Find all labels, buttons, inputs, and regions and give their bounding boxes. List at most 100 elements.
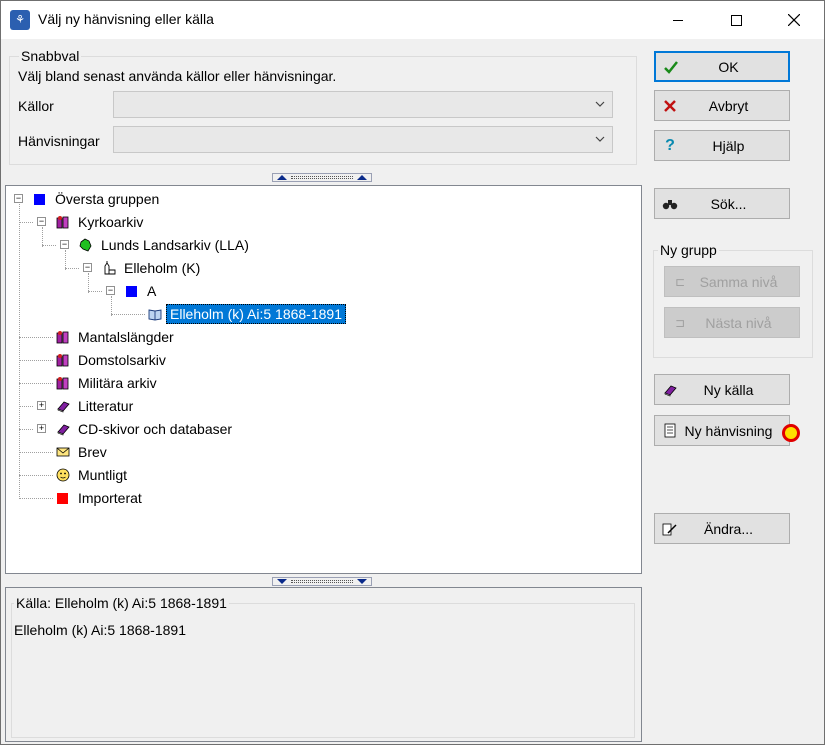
envelope-icon [56,447,70,457]
tree-item-a[interactable]: A [125,281,156,301]
book-icon [664,385,677,396]
tree-item-cd-skivor[interactable]: CD-skivor och databaser [56,419,232,439]
books-icon [56,354,69,367]
tree-item-label: Litteratur [78,398,134,414]
kallor-select[interactable] [113,91,613,118]
books-icon [56,331,69,344]
dialog-window: ⚘ Välj ny hänvisning eller källa Snabbva… [0,0,825,745]
chevron-down-icon [595,136,605,142]
help-label: Hjälp [712,137,745,154]
tree-line [88,291,102,292]
question-icon: ? [665,136,675,154]
tree-item-muntligt[interactable]: Muntligt [56,465,127,485]
tree-item-domstolsarkiv[interactable]: Domstolsarkiv [56,350,166,370]
tree-line [19,429,33,430]
tree-item-militara-arkiv[interactable]: Militära arkiv [56,373,157,393]
same-level-icon: ⊏ [674,274,686,289]
checkmark-icon [664,60,678,74]
source-info-panel: Källa: Elleholm (k) Ai:5 1868-1891 Elleh… [5,587,642,742]
tree-expand-toggle[interactable]: + [37,401,46,410]
help-button[interactable]: ? Hjälp [654,130,790,161]
tree-item-elleholm-k[interactable]: Elleholm (K) [102,258,200,278]
binoculars-icon [662,199,678,209]
tree-collapse-toggle[interactable]: − [37,217,46,226]
books-icon [56,377,69,390]
tree-collapse-toggle[interactable]: − [106,286,115,295]
tree-item-label: Elleholm (K) [124,260,201,276]
tree-item-importerat[interactable]: Importerat [56,488,142,508]
edit-label: Ändra... [703,520,754,537]
tree-item-label: Importerat [78,490,142,506]
tree-item-label: Översta gruppen [55,191,160,207]
splitter-handle-bottom[interactable] [272,577,372,586]
tree-expand-toggle[interactable]: + [37,424,46,433]
hanvisningar-select[interactable] [113,126,613,153]
tree-item-label: Lunds Landsarkiv (LLA) [101,237,249,253]
snabbval-title: Snabbval [19,48,82,64]
tree-item-elleholm-ai5[interactable]: Elleholm (k) Ai:5 1868-1891 [148,304,346,324]
tree-icon: ⚘ [10,10,30,30]
snabbval-group: Snabbval Välj bland senast använda källo… [9,48,637,165]
window-title: Välj ny hänvisning eller källa [38,11,214,27]
search-button[interactable]: Sök... [654,188,790,219]
source-info-group: Källa: Elleholm (k) Ai:5 1868-1891 Elleh… [11,595,635,738]
same-level-button[interactable]: ⊏ Samma nivå [664,266,800,297]
minimize-icon [673,19,683,21]
hanvisningar-label: Hänvisningar [18,133,100,149]
splitter-handle-top[interactable] [272,173,372,182]
ok-button[interactable]: OK [654,51,790,82]
chevron-down-icon [595,101,605,107]
next-level-button[interactable]: ⊐ Nästa nivå [664,307,800,338]
tree-item-lunds-landsarkiv[interactable]: Lunds Landsarkiv (LLA) [79,235,249,255]
tree-item-label: Brev [78,444,107,460]
snabbval-description: Välj bland senast använda källor eller h… [18,68,337,84]
tree-line [19,222,33,223]
document-icon [664,423,676,438]
tree-collapse-toggle[interactable]: − [83,263,92,272]
ok-label: OK [718,58,739,75]
tree-item-label: CD-skivor och databaser [78,421,233,437]
tree-line [19,452,53,453]
tree-line [42,227,43,247]
close-icon [788,14,800,26]
ny-grupp-title: Ny grupp [658,242,719,258]
cancel-button[interactable]: Avbryt [654,90,790,121]
tree-line [19,406,33,407]
tree-collapse-toggle[interactable]: − [60,240,69,249]
new-source-button[interactable]: Ny källa [654,374,790,405]
arrow-down-icon [277,579,287,584]
tree-line [19,498,53,499]
new-citation-button[interactable]: Ny hänvisning [654,415,790,446]
tree-item-oversta-gruppen[interactable]: Översta gruppen [33,189,159,209]
tree-item-mantalslangder[interactable]: Mantalslängder [56,327,174,347]
arrow-down-icon [357,579,367,584]
tree-line [19,337,53,338]
minimize-button[interactable] [649,1,707,39]
edit-button[interactable]: Ändra... [654,513,790,544]
close-button[interactable] [765,1,823,39]
face-icon [56,468,70,482]
tree-line [19,204,20,499]
search-label: Sök... [710,195,747,212]
click-highlight-indicator [782,424,800,442]
cancel-label: Avbryt [708,97,749,114]
next-level-icon: ⊐ [674,315,686,330]
tree-collapse-toggle[interactable]: − [14,194,23,203]
open-book-icon [148,309,162,321]
kallor-label: Källor [18,98,54,114]
same-level-label: Samma nivå [699,273,778,290]
title-bar: ⚘ Välj ny hänvisning eller källa [1,1,824,39]
tree-line [19,360,53,361]
tree-item-brev[interactable]: Brev [56,442,107,462]
source-info-title: Källa: Elleholm (k) Ai:5 1868-1891 [14,595,229,611]
new-citation-label: Ny hänvisning [684,422,773,439]
new-source-label: Ny källa [703,381,754,398]
grip-dots [291,176,353,179]
tree-item-label: Militära arkiv [78,375,157,391]
source-tree[interactable]: − Översta gruppen − Kyrkoarkiv − Lunds L… [5,185,642,574]
arrow-up-icon [277,175,287,180]
maximize-button[interactable] [707,1,765,39]
tree-item-litteratur[interactable]: Litteratur [56,396,133,416]
tree-line [42,245,56,246]
tree-item-kyrkoarkiv[interactable]: Kyrkoarkiv [56,212,143,232]
